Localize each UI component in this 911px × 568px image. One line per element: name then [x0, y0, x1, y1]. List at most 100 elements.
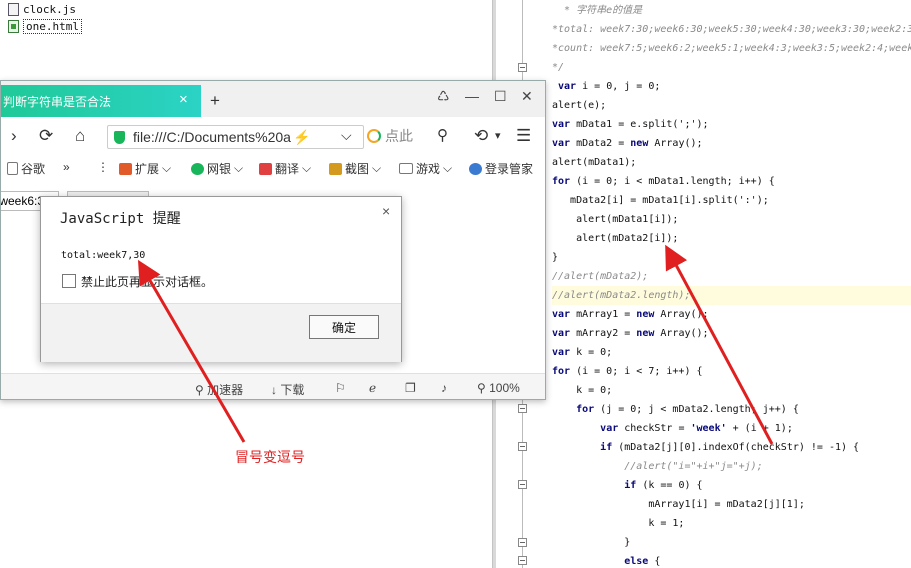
- bookmark-translate[interactable]: 翻译 ⌵: [259, 160, 311, 177]
- code-line[interactable]: var mArray2 = new Array();: [552, 324, 709, 343]
- code-line[interactable]: k = 0;: [552, 381, 612, 400]
- sound-icon[interactable]: ♪: [441, 381, 447, 395]
- code-token: checkStr =: [618, 423, 691, 434]
- code-token: new: [630, 138, 649, 149]
- code-editor[interactable]: * 字符串e的值是 *total: week7:30;week6:30;week5…: [552, 0, 911, 568]
- code-line[interactable]: }: [552, 248, 558, 267]
- bookmark-games[interactable]: 游戏 ⌵: [399, 160, 452, 177]
- suppress-dialogs-checkbox[interactable]: [62, 274, 76, 288]
- file-item-one-html[interactable]: one.html: [8, 17, 82, 35]
- accelerator-button[interactable]: ⚲ 加速器: [195, 381, 243, 398]
- forward-icon[interactable]: ›: [11, 126, 17, 146]
- code-line[interactable]: mData2[i] = mData1[i].split(':');: [552, 191, 769, 210]
- file-item-clock-js[interactable]: clock.js: [8, 0, 76, 18]
- code-line[interactable]: else {: [552, 552, 660, 568]
- code-token: Array();: [648, 138, 703, 149]
- ie-mode-icon[interactable]: ℯ: [369, 381, 376, 395]
- fold-marker-icon[interactable]: [518, 404, 527, 413]
- dialog-close-icon[interactable]: ×: [382, 203, 390, 219]
- address-bar[interactable]: file:///C:/Documents%20a ⚡: [107, 125, 364, 149]
- code-line[interactable]: }: [552, 533, 630, 552]
- fold-marker-icon[interactable]: [518, 556, 527, 565]
- reload-icon[interactable]: ⟳: [39, 126, 53, 146]
- code-line[interactable]: //alert(mData2.length);: [552, 286, 911, 305]
- bookmarks-overflow-button[interactable]: »: [63, 160, 70, 174]
- code-token: new: [636, 309, 655, 320]
- bookmarks-more-button[interactable]: ⋮: [97, 160, 109, 174]
- close-window-button[interactable]: ✕: [521, 88, 533, 105]
- code-line[interactable]: alert(mData1);: [552, 153, 636, 172]
- code-line[interactable]: alert(mData2[i]);: [552, 229, 678, 248]
- code-line[interactable]: var mData2 = new Array();: [552, 134, 703, 153]
- fold-marker-icon[interactable]: [518, 480, 527, 489]
- code-line[interactable]: k = 1;: [552, 514, 684, 533]
- code-line[interactable]: var k = 0;: [552, 343, 612, 362]
- bookmark-extensions[interactable]: 扩展 ⌵: [119, 160, 171, 177]
- code-line[interactable]: if (mData2[j][0].indexOf(checkStr) != -1…: [552, 438, 859, 457]
- code-token: 'week': [690, 423, 727, 434]
- scissors-icon: [329, 162, 342, 175]
- tab-close-icon[interactable]: ×: [179, 91, 188, 108]
- fold-marker-icon[interactable]: [518, 63, 527, 72]
- code-line[interactable]: *count: week7:5;week6:2;week5:1;week4:3;…: [552, 39, 911, 58]
- minimize-button[interactable]: —: [465, 88, 479, 104]
- flag-icon[interactable]: ⚐: [335, 381, 346, 395]
- more-dots-icon: ⋮: [97, 160, 109, 174]
- code-line[interactable]: var mData1 = e.split(';');: [552, 115, 709, 134]
- code-token: k = 0;: [552, 385, 613, 396]
- tab-bar: 判断字符串是否合法 × + ♺ — ☐ ✕: [1, 81, 545, 117]
- skin-icon[interactable]: ♺: [437, 88, 450, 105]
- code-line[interactable]: for (j = 0; j < mData2.length; j++) {: [552, 400, 799, 419]
- fold-marker-icon[interactable]: [518, 442, 527, 451]
- code-token: k = 0;: [570, 347, 613, 358]
- code-line[interactable]: *total: week7:30;week6:30;week5:30;week4…: [552, 20, 911, 39]
- code-token: //alert(mData2);: [552, 271, 649, 282]
- code-line[interactable]: var checkStr = 'week' + (i + 1);: [552, 419, 793, 438]
- code-line[interactable]: //alert("i="+i+"j="+j);: [552, 457, 762, 476]
- maximize-button[interactable]: ☐: [494, 88, 507, 105]
- search-icon[interactable]: ⚲: [437, 126, 448, 144]
- code-token: */: [552, 62, 565, 73]
- download-button[interactable]: ↓ 下载: [271, 381, 304, 398]
- fold-marker-icon[interactable]: [518, 538, 527, 547]
- code-line[interactable]: mArray1[i] = mData2[j][1];: [552, 495, 805, 514]
- bookmark-label: 网银: [207, 162, 232, 176]
- bookmark-label: 翻译: [275, 162, 300, 176]
- code-line[interactable]: alert(mData1[i]);: [552, 210, 678, 229]
- code-line[interactable]: for (i = 0; i < 7; i++) {: [552, 362, 703, 381]
- annotation-text: 冒号变逗号: [235, 449, 305, 465]
- bookmark-login-manager[interactable]: 登录管家: [469, 160, 533, 177]
- code-line[interactable]: var mArray1 = new Array();: [552, 305, 709, 324]
- zoom-control[interactable]: ⚲ 100%: [477, 381, 520, 395]
- code-token: mArray1[i] = mData2[j][1];: [552, 499, 805, 510]
- undo-menu-icon[interactable]: ▾: [495, 129, 501, 142]
- ok-button[interactable]: 确定: [309, 315, 379, 339]
- code-line[interactable]: //alert(mData2);: [552, 267, 648, 286]
- window-icon[interactable]: ❐: [405, 381, 416, 395]
- address-dropdown-icon[interactable]: ⌵: [341, 127, 352, 144]
- menu-icon[interactable]: ☰: [516, 126, 531, 146]
- bookmark-label: 谷歌: [21, 162, 46, 176]
- bookmarks-bar: 谷歌 » ⋮ 扩展 ⌵ 网银 ⌵ 翻译 ⌵ 截图 ⌵ 游戏 ⌵ 登录管家: [1, 155, 545, 182]
- new-tab-button[interactable]: +: [210, 91, 220, 111]
- chevron-down-icon: ⌵: [162, 161, 172, 175]
- suppress-dialogs-label[interactable]: 禁止此页再显示对话框。: [81, 273, 213, 290]
- bookmark-bank[interactable]: 网银 ⌵: [191, 160, 243, 177]
- code-line[interactable]: * 字符串e的值是: [552, 1, 642, 20]
- undo-icon[interactable]: ⟲: [474, 126, 488, 146]
- bookmark-google[interactable]: 谷歌: [7, 160, 45, 177]
- code-token: var: [600, 423, 619, 434]
- code-line[interactable]: alert(e);: [552, 96, 606, 115]
- code-token: {: [648, 556, 661, 567]
- chevron-down-icon: ⌵: [234, 161, 244, 175]
- code-line[interactable]: for (i = 0; i < mData1.length; i++) {: [552, 172, 775, 191]
- code-line[interactable]: */: [552, 58, 564, 77]
- code-token: else: [624, 556, 649, 567]
- browser-tab[interactable]: 判断字符串是否合法 ×: [1, 85, 201, 117]
- code-line[interactable]: if (k == 0) {: [552, 476, 702, 495]
- code-line[interactable]: var i = 0, j = 0;: [552, 77, 660, 96]
- home-icon[interactable]: ⌂: [75, 126, 85, 146]
- code-token: new: [636, 328, 655, 339]
- bookmark-screenshot[interactable]: 截图 ⌵: [329, 160, 381, 177]
